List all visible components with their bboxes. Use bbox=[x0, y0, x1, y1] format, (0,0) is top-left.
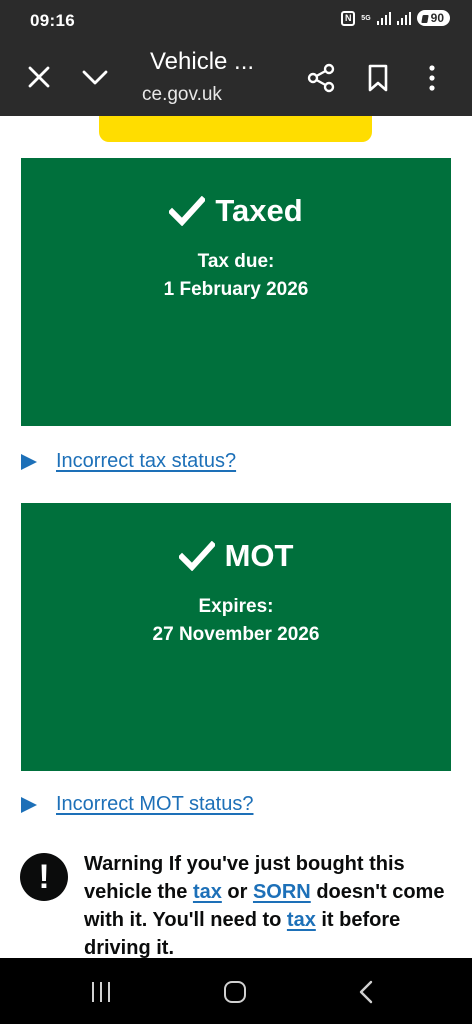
status-time: 09:16 bbox=[30, 11, 75, 30]
incorrect-tax-details[interactable]: Incorrect tax status? bbox=[21, 450, 236, 473]
more-vert-icon[interactable] bbox=[422, 62, 442, 94]
chevron-down-icon[interactable] bbox=[80, 64, 110, 90]
mot-heading-text: MOT bbox=[224, 538, 294, 573]
registration-plate bbox=[99, 116, 372, 142]
tax-link[interactable]: tax bbox=[193, 881, 222, 903]
tax-link-2[interactable]: tax bbox=[287, 909, 316, 931]
battery-icon: 90 bbox=[416, 10, 450, 26]
network-type-icon: 5G bbox=[361, 14, 371, 22]
warning-text-part: or bbox=[221, 881, 253, 903]
nfc-icon: N bbox=[341, 10, 356, 26]
mot-status-panel: MOT Expires: 27 November 2026 bbox=[21, 503, 451, 771]
tax-heading: Taxed bbox=[21, 193, 451, 229]
page-title: Vehicle ... bbox=[150, 48, 255, 75]
status-icons: N 5G 90 bbox=[341, 10, 450, 26]
warning-message: Warning If you've just bought this vehic… bbox=[84, 850, 460, 958]
back-icon[interactable] bbox=[358, 980, 374, 1004]
recents-icon[interactable] bbox=[92, 982, 110, 1002]
share-icon[interactable] bbox=[305, 62, 337, 94]
mot-expires-label: Expires: bbox=[198, 596, 274, 617]
tax-status-panel: Taxed Tax due: 1 February 2026 bbox=[21, 158, 451, 426]
tax-heading-text: Taxed bbox=[215, 193, 303, 228]
incorrect-mot-link[interactable]: Incorrect MOT status? bbox=[56, 793, 253, 816]
disclosure-triangle-icon[interactable] bbox=[21, 453, 37, 470]
tax-due-label: Tax due: bbox=[197, 251, 275, 272]
status-bar: 09:16 N 5G 90 bbox=[0, 0, 472, 40]
sorn-link[interactable]: SORN bbox=[253, 881, 311, 903]
system-nav-bar bbox=[0, 958, 472, 1024]
mot-heading: MOT bbox=[21, 538, 451, 574]
disclosure-triangle-icon[interactable] bbox=[21, 796, 37, 813]
browser-toolbar: Vehicle ... ce.gov.uk bbox=[0, 40, 472, 116]
warning-icon: ! bbox=[20, 853, 68, 901]
bookmark-icon[interactable] bbox=[364, 62, 392, 94]
incorrect-tax-link[interactable]: Incorrect tax status? bbox=[56, 450, 236, 473]
check-icon bbox=[178, 541, 215, 571]
incorrect-mot-details[interactable]: Incorrect MOT status? bbox=[21, 793, 253, 816]
close-icon[interactable] bbox=[26, 64, 52, 90]
mot-expiry-date: 27 November 2026 bbox=[152, 624, 320, 645]
warning-text: ! Warning If you've just bought this veh… bbox=[20, 850, 460, 958]
check-icon bbox=[169, 196, 206, 226]
page-domain[interactable]: ce.gov.uk bbox=[142, 84, 222, 106]
signal-icon-2 bbox=[396, 11, 411, 25]
home-icon[interactable] bbox=[224, 981, 246, 1003]
signal-icon bbox=[376, 11, 391, 25]
tax-due-date: 1 February 2026 bbox=[163, 279, 309, 300]
page-content: Taxed Tax due: 1 February 2026 Incorrect… bbox=[0, 116, 472, 958]
